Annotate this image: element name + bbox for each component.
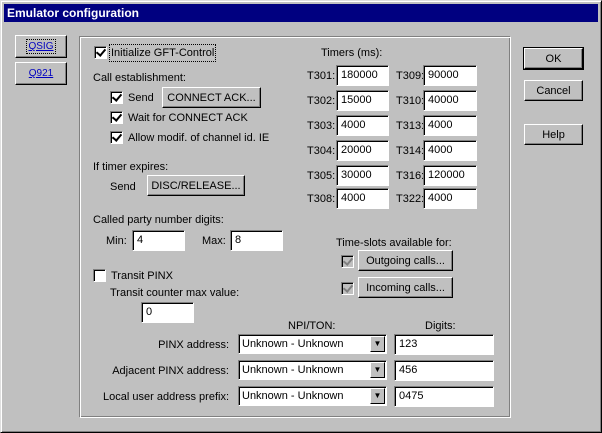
send-label: Send [128,92,154,104]
timer-value-input[interactable]: 180000 [336,65,389,86]
allow-modif-label: Allow modif. of channel id. IE [128,132,270,144]
timer-name: T308: [307,193,336,205]
incoming-calls-button[interactable]: Incoming calls... [358,277,453,298]
transit-counter-input[interactable]: 0 [141,302,194,323]
address-digits-input[interactable]: 0475 [394,386,494,407]
min-label: Min: [106,235,127,247]
timers-heading: Timers (ms): [321,47,383,59]
ok-button[interactable]: OK [523,47,584,70]
timer-value-input[interactable]: 15000 [336,90,389,111]
timer-value-input[interactable]: 4000 [423,188,477,209]
timeslots-heading: Time-slots available for: [336,237,452,249]
dialog-window: Emulator configuration QSIG Q921 OK Canc… [0,0,602,433]
timer-value-input[interactable]: 120000 [423,165,477,186]
npi-ton-select[interactable]: Unknown - Unknown ▼ [238,360,387,380]
max-digits-input[interactable]: 8 [230,230,283,251]
window-title: Emulator configuration [7,6,139,20]
timer-name: T314: [396,145,425,157]
timer-name: T313: [396,120,425,132]
transit-counter-label: Transit counter max value: [110,287,240,299]
timer-name: T301: [307,70,336,82]
timer-name: T310: [396,95,425,107]
npi-ton-select[interactable]: Unknown - Unknown ▼ [238,386,387,406]
address-label: Local user address prefix: [103,391,229,403]
tab-qsig[interactable]: QSIG [15,35,67,58]
timer-value-input[interactable]: 4000 [336,188,389,209]
timer-value-input[interactable]: 4000 [423,115,477,136]
timer-name: T305: [307,170,336,182]
send-checkbox[interactable] [110,91,123,104]
tab-qsig-label: QSIG [26,39,56,54]
initialize-label: Initialize GFT-Control [108,44,217,62]
timer-value-input[interactable]: 4000 [423,140,477,161]
npi-ton-value: Unknown - Unknown [242,338,344,350]
initialize-checkbox[interactable] [94,46,107,59]
timer-name: T302: [307,95,336,107]
max-label: Max: [202,235,226,247]
transit-pinx-label: Transit PINX [111,270,173,282]
timer-name: T309: [396,70,425,82]
outgoing-calls-button[interactable]: Outgoing calls... [358,250,453,271]
digits-heading: Digits: [425,320,456,332]
min-digits-input[interactable]: 4 [132,230,185,251]
outgoing-calls-checkbox[interactable] [341,255,354,268]
timer-name: T304: [307,145,336,157]
npi-ton-select[interactable]: Unknown - Unknown ▼ [238,334,387,354]
timer-value-input[interactable]: 90000 [423,65,477,86]
disc-release-button[interactable]: DISC/RELEASE... [147,175,245,196]
call-establishment-heading: Call establishment: [93,72,186,84]
timer-name: T322: [396,193,425,205]
timer-value-input[interactable]: 20000 [336,140,389,161]
cancel-button[interactable]: Cancel [524,80,583,101]
tab-q921[interactable]: Q921 [15,62,67,85]
chevron-down-icon[interactable]: ▼ [370,388,385,404]
address-label: PINX address: [158,339,229,351]
timer-expire-send-label: Send [110,181,136,193]
npi-ton-heading: NPI/TON: [288,320,336,332]
address-digits-input[interactable]: 456 [394,360,494,381]
timer-name: T303: [307,120,336,132]
timer-name: T316: [396,170,425,182]
incoming-calls-checkbox[interactable] [341,282,354,295]
address-digits-input[interactable]: 123 [394,334,494,355]
address-label: Adjacent PINX address: [112,365,229,377]
allow-modif-checkbox[interactable] [110,131,123,144]
wait-connect-ack-label: Wait for CONNECT ACK [128,112,248,124]
wait-connect-ack-checkbox[interactable] [110,111,123,124]
connect-ack-button[interactable]: CONNECT ACK... [162,87,261,108]
npi-ton-value: Unknown - Unknown [242,364,344,376]
title-bar: Emulator configuration [4,4,598,22]
timer-expire-heading: If timer expires: [93,161,169,173]
called-party-heading: Called party number digits: [93,214,224,226]
chevron-down-icon[interactable]: ▼ [370,336,385,352]
timer-value-input[interactable]: 40000 [423,90,477,111]
transit-pinx-checkbox[interactable] [93,269,106,282]
timer-value-input[interactable]: 4000 [336,115,389,136]
timer-value-input[interactable]: 30000 [336,165,389,186]
help-button[interactable]: Help [524,124,583,145]
npi-ton-value: Unknown - Unknown [242,390,344,402]
chevron-down-icon[interactable]: ▼ [370,362,385,378]
